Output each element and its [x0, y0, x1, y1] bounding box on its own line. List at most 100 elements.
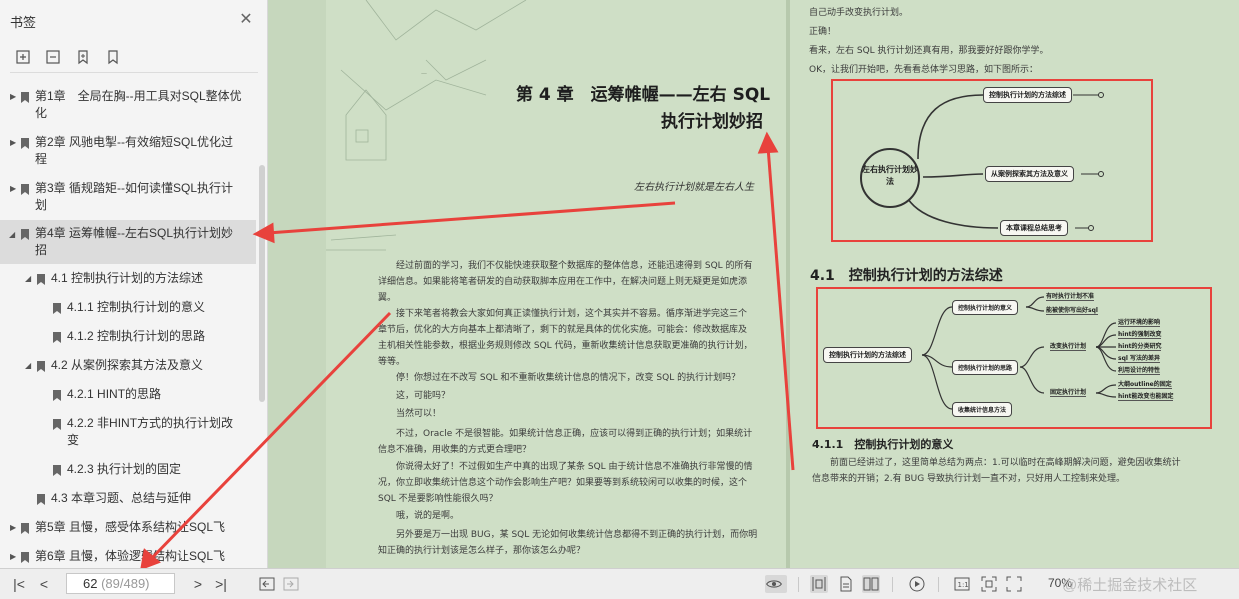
- first-page-icon[interactable]: |<: [10, 575, 28, 593]
- bookmark-icon[interactable]: [104, 48, 122, 66]
- chapter-epigraph: 左右执行计划就是左右人生: [634, 182, 754, 193]
- mindmap-leaf: 运行环境的影响: [1118, 319, 1161, 327]
- mindmap-leaf: hint的分类研究: [1118, 343, 1162, 351]
- expand-arrow-icon[interactable]: ▶: [10, 552, 18, 562]
- bookmark-item-chapter-2[interactable]: ▶ 第2章 风驰电掣--有效缩短SQL优化过 程: [0, 134, 256, 168]
- section-heading-4-1-1: 4.1.1 控制执行计划的意义: [812, 438, 954, 451]
- bookmark-label: 4.2.3 执行计划的固定: [67, 462, 182, 476]
- collapse-arrow-icon[interactable]: ◢: [9, 230, 17, 240]
- actual-size-icon[interactable]: 1:1: [953, 575, 971, 593]
- bookmark-label: 4.1 控制执行计划的方法综述: [51, 271, 204, 285]
- bookmark-label: 程: [35, 152, 48, 166]
- mindmap-leaf: 改变执行计划: [1050, 343, 1087, 351]
- bookmark-item-chapter-5[interactable]: ▶ 第5章 且慢，感受体系结构让SQL飞: [0, 519, 256, 537]
- mindmap-leaf: 大纲outline的固定: [1118, 381, 1172, 389]
- bookmark-label: 第5章 且慢，感受体系结构让SQL飞: [35, 520, 226, 534]
- page-count: (89/489): [101, 576, 150, 591]
- divider: [938, 577, 939, 592]
- bookmark-icon: [53, 303, 61, 314]
- add-bookmark-icon[interactable]: [74, 48, 92, 66]
- continuous-scroll-icon[interactable]: [810, 575, 828, 593]
- chapter-title-line-1: 第 4 章 运筹帷幄——左右 SQL: [516, 85, 771, 105]
- bookmark-icon: [21, 552, 29, 563]
- eye-protection-icon[interactable]: [765, 575, 787, 593]
- bookmark-icon: [21, 184, 29, 195]
- expand-arrow-icon[interactable]: ▶: [10, 92, 18, 102]
- page-left: — 第 4 章 运筹帷幄——左右 SQL 执行计划妙招 左右执行计划就是左右人生…: [326, 0, 786, 568]
- navigate-forward-icon[interactable]: [282, 575, 300, 593]
- mindmap-leaf: sql 写法的差异: [1118, 355, 1161, 363]
- bookmark-item-chapter-3[interactable]: ▶ 第3章 循规踏矩--如何读懂SQL执行计 划: [0, 180, 256, 214]
- mindmap-leaf: 能被使你写出好sql: [1046, 307, 1098, 315]
- play-icon[interactable]: [908, 575, 926, 593]
- bookmark-item-4-1[interactable]: ◢ 4.1 控制执行计划的方法综述: [0, 270, 256, 288]
- mindmap-node: 本章课程总结思考: [1000, 220, 1068, 236]
- paragraph: 前面已经讲过了，这里简单总结为两点：1.可以临时在高峰期解决问题，避免因收集统计…: [812, 458, 1181, 484]
- bookmark-panel-header: 书签 ✕: [0, 0, 268, 40]
- bookmark-label: 第4章 运筹帷幄--左右SQL执行计划妙: [35, 226, 234, 240]
- bookmark-label: 4.2 从案例探索其方法及意义: [51, 358, 204, 372]
- bookmark-item-4-1-1[interactable]: 4.1.1 控制执行计划的意义: [0, 299, 256, 317]
- expand-arrow-icon[interactable]: ▶: [10, 523, 18, 533]
- mindmap-center-node: 左右执行计划妙法: [860, 148, 920, 208]
- bookmark-item-chapter-4[interactable]: ◢ 第4章 运筹帷幄--左右SQL执行计划妙 招: [0, 220, 256, 264]
- collapse-arrow-icon[interactable]: ◢: [25, 361, 33, 371]
- previous-page-icon[interactable]: <: [35, 575, 53, 593]
- chapter-title-line-2: 执行计划妙招: [661, 112, 763, 132]
- bookmark-tree: ▶ 第1章 全局在胸--用工具对SQL整体优 化 ▶ 第2章 风驰电掣--有效缩…: [0, 80, 258, 568]
- bookmark-icon: [21, 138, 29, 149]
- paragraph: 停！你想过在不改写 SQL 和不重新收集统计信息的情况下，改变 SQL 的执行计…: [378, 373, 741, 383]
- fit-width-icon[interactable]: [1005, 575, 1023, 593]
- bookmark-icon: [21, 229, 29, 240]
- mindmap-node: 控制执行计划的思路: [952, 360, 1019, 375]
- bookmark-panel-title: 书签: [10, 15, 37, 30]
- bookmark-icon: [37, 274, 45, 285]
- collapse-arrow-icon[interactable]: ◢: [25, 274, 33, 284]
- divider: [10, 72, 258, 73]
- bookmark-item-4-2-1[interactable]: 4.2.1 HINT的思路: [0, 386, 256, 404]
- bookmark-label: 4.2.1 HINT的思路: [67, 387, 162, 401]
- paragraph: 不过，Oracle 不是很智能。如果统计信息正确，应该可以得到正确的执行计划；如…: [378, 429, 753, 455]
- bookmark-item-4-3[interactable]: 4.3 本章习题、总结与延伸: [0, 490, 256, 508]
- bookmark-label: 4.3 本章习题、总结与延伸: [51, 491, 192, 505]
- collapse-all-icon[interactable]: [44, 48, 62, 66]
- bookmark-item-chapter-1[interactable]: ▶ 第1章 全局在胸--用工具对SQL整体优 化: [0, 88, 256, 122]
- navigate-back-icon[interactable]: [258, 575, 276, 593]
- paragraph: 经过前面的学习，我们不仅能快速获取整个数据库的整体信息，还能迅速得到 SQL 的…: [378, 261, 753, 303]
- bookmark-item-4-2-2[interactable]: 4.2.2 非HINT方式的执行计划改 变: [0, 415, 256, 449]
- single-page-icon[interactable]: [837, 575, 855, 593]
- fit-page-icon[interactable]: [980, 575, 998, 593]
- bookmark-label: 第1章 全局在胸--用工具对SQL整体优: [35, 89, 242, 103]
- paragraph: 哦，说的是啊。: [378, 511, 460, 521]
- section-heading-4-1: 4.1 控制执行计划的方法综述: [810, 268, 1003, 284]
- expand-arrow-icon[interactable]: ▶: [10, 184, 18, 194]
- page-number-input[interactable]: 62 (89/489): [66, 573, 175, 594]
- next-page-icon[interactable]: >: [189, 575, 207, 593]
- expand-all-icon[interactable]: [14, 48, 32, 66]
- document-view[interactable]: — 第 4 章 运筹帷幄——左右 SQL 执行计划妙招 左右执行计划就是左右人生…: [269, 0, 1239, 568]
- bookmark-icon: [53, 465, 61, 476]
- mindmap-section-highlight: 控制执行计划的方法综述 控制执行计划的意义 控制执行计划的思路 收集统计信息方法…: [816, 287, 1212, 429]
- two-page-icon[interactable]: [862, 575, 880, 593]
- svg-text:1:1: 1:1: [958, 581, 969, 589]
- bookmark-item-4-1-2[interactable]: 4.1.2 控制执行计划的思路: [0, 328, 256, 346]
- paragraph: 当然可以！: [378, 409, 442, 419]
- bookmark-label: 4.2.2 非HINT方式的执行计划改: [67, 416, 234, 430]
- close-icon[interactable]: ✕: [238, 12, 254, 28]
- page-right: 自己动手改变执行计划。 正确！ 看来，左右 SQL 执行计划还真有用，那我要好好…: [790, 0, 1239, 568]
- bookmark-label: 招: [35, 243, 48, 257]
- mindmap-overview-highlight: 左右执行计划妙法 控制执行计划的方法综述 从案例探索其方法及意义 本章课程总结思…: [831, 79, 1153, 242]
- svg-text:—: —: [421, 70, 427, 77]
- bookmark-item-chapter-6[interactable]: ▶ 第6章 且慢，体验逻辑结构让SQL飞: [0, 548, 256, 566]
- paragraph: 你说得太好了！不过假如生产中真的出现了某条 SQL 由于统计信息不准确执行非常慢…: [378, 462, 753, 504]
- expand-arrow-icon[interactable]: ▶: [10, 138, 18, 148]
- mindmap-leaf: 固定执行计划: [1050, 389, 1087, 397]
- bookmark-label: 划: [35, 198, 48, 212]
- last-page-icon[interactable]: >|: [212, 575, 230, 593]
- divider: [798, 577, 799, 592]
- bookmark-item-4-2[interactable]: ◢ 4.2 从案例探索其方法及意义: [0, 357, 256, 375]
- sidebar-scrollbar[interactable]: [259, 165, 265, 402]
- mindmap-node: 控制执行计划的方法综述: [983, 87, 1072, 103]
- bookmark-item-4-2-3[interactable]: 4.2.3 执行计划的固定: [0, 461, 256, 479]
- watermark: @稀土掘金技术社区: [1062, 577, 1198, 594]
